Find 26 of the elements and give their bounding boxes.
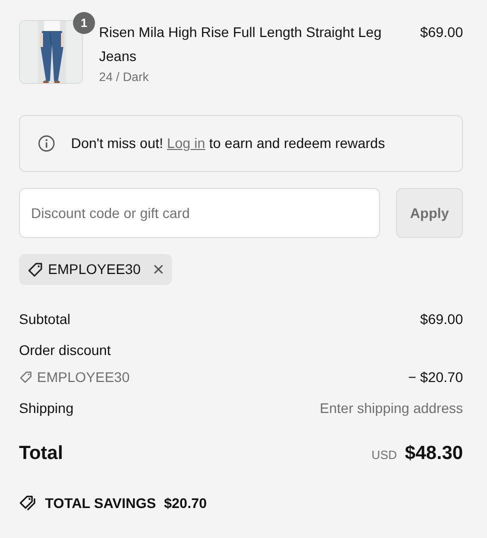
summary-label: Subtotal — [19, 310, 70, 330]
savings-label: TOTAL SAVINGS — [45, 494, 156, 513]
savings-amount: $20.70 — [164, 494, 207, 513]
summary-value: Enter shipping address — [320, 399, 463, 418]
discount-code: EMPLOYEE30 — [48, 260, 141, 280]
quantity-badge: 1 — [73, 12, 95, 34]
product-price: $69.00 — [420, 23, 463, 42]
summary-label: Order discount — [19, 341, 111, 360]
tags-icon — [19, 494, 37, 512]
discount-field[interactable]: Discount code or gift card — [19, 188, 380, 238]
discount-code: EMPLOYEE30 — [37, 368, 130, 388]
summary-label: Shipping — [19, 399, 74, 418]
total-label: Total — [19, 442, 63, 466]
tag-icon — [27, 261, 44, 278]
currency-label: USD — [372, 447, 397, 464]
notice-text: Don't miss out! Log in to earn and redeem rewards — [71, 134, 385, 154]
remove-button[interactable]: × — [152, 260, 164, 280]
summary-value: $69.00 — [420, 310, 463, 330]
info-icon — [38, 135, 55, 152]
apply-button[interactable]: Apply — [396, 188, 463, 238]
tag-icon — [19, 370, 33, 384]
total-amount: $48.30 — [404, 442, 463, 466]
login-link[interactable]: Log in — [167, 135, 206, 152]
summary-value: − $20.70 — [408, 368, 463, 388]
product-variant: 24 / Dark — [99, 69, 150, 86]
product-name: Risen Mila High Rise Full Length Straight Leg Jeans — [99, 23, 382, 66]
